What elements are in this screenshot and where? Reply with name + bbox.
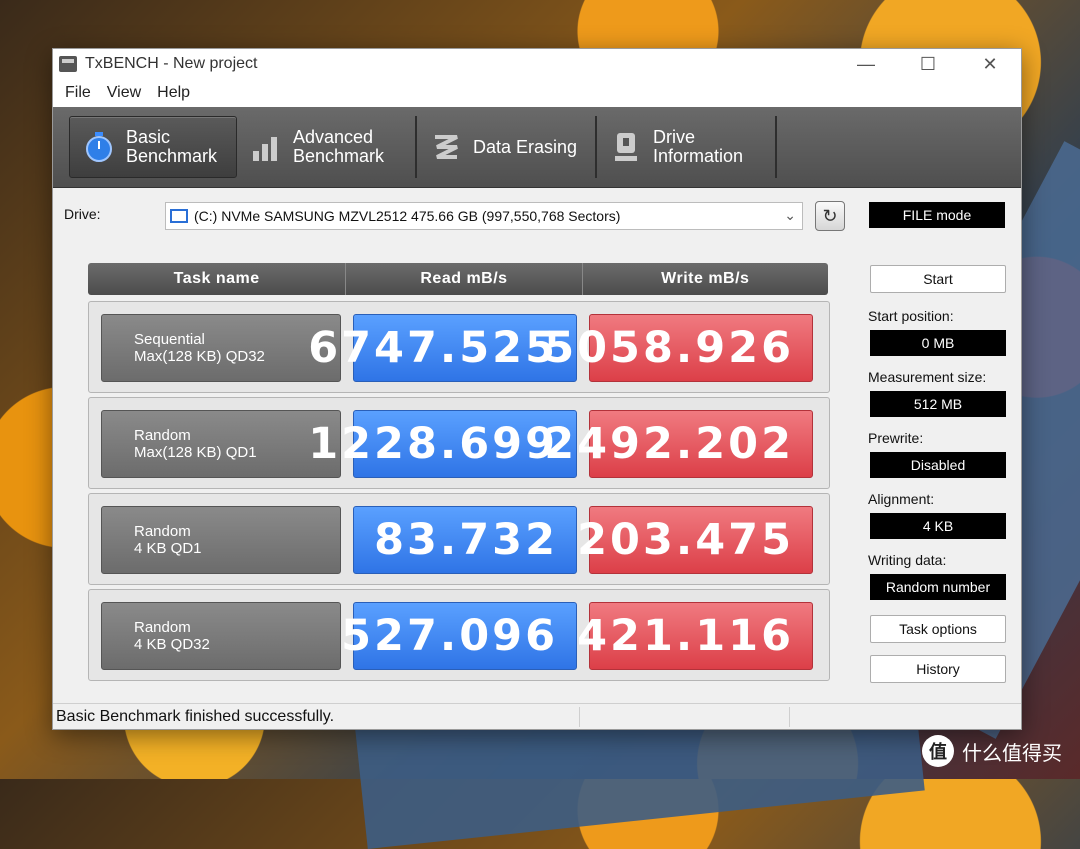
write-value: 421.116 [577, 602, 813, 670]
drive-select-value: (C:) NVMe SAMSUNG MZVL2512 475.66 GB (99… [194, 208, 621, 224]
drive-info-icon [615, 133, 637, 161]
alignment-value[interactable]: 4 KB [870, 513, 1006, 539]
status-bar: Basic Benchmark finished successfully. [53, 703, 1021, 729]
tab-data-erasing[interactable]: Data Erasing [417, 116, 597, 178]
task-button[interactable]: Random 4 KB QD32 [101, 602, 341, 670]
write-value: 203.475 [577, 506, 813, 574]
menu-help[interactable]: Help [149, 84, 198, 102]
read-value: 83.732 [353, 506, 577, 574]
watermark-text: 什么值得买 [962, 742, 1062, 765]
prewrite-label: Prewrite: [868, 430, 924, 446]
chevron-down-icon: ⌄ [784, 207, 796, 223]
start-button[interactable]: Start [870, 265, 1006, 293]
app-window: TxBENCH - New project — ☐ ✕ File View He… [52, 48, 1022, 730]
table-row: Random 4 KB QD1 83.732 203.475 [88, 493, 830, 585]
write-value: 2492.202 [544, 410, 813, 478]
write-value: 5058.926 [544, 314, 813, 382]
tab-basic-benchmark[interactable]: Basic Benchmark [69, 116, 237, 178]
window-controls: — ☐ ✕ [835, 49, 1021, 79]
status-divider [579, 707, 580, 727]
tab-label-line2: Benchmark [126, 146, 218, 166]
drive-icon [170, 209, 188, 223]
maximize-button[interactable]: ☐ [897, 49, 959, 79]
main-content: Drive: (C:) NVMe SAMSUNG MZVL2512 475.66… [53, 188, 1021, 700]
tab-label-line1: Basic [126, 127, 171, 147]
status-divider [789, 707, 790, 727]
tab-advanced-benchmark[interactable]: Advanced Benchmark [237, 116, 417, 178]
tab-label-line1: Drive [653, 127, 696, 147]
header-task-name: Task name [88, 263, 347, 295]
table-row: Random Max(128 KB) QD1 1228.699 2492.202 [88, 397, 830, 489]
title-bar: TxBENCH - New project — ☐ ✕ [53, 49, 1021, 79]
start-position-label: Start position: [868, 308, 954, 324]
results-header: Task name Read mB/s Write mB/s [88, 263, 828, 295]
bar-chart-icon [253, 137, 277, 161]
measurement-size-label: Measurement size: [868, 369, 987, 385]
tab-label-line1: Data Erasing [473, 136, 578, 157]
header-write: Write mB/s [661, 270, 750, 287]
alignment-label: Alignment: [868, 491, 935, 507]
task-button[interactable]: Sequential Max(128 KB) QD32 [101, 314, 341, 382]
task-options-button[interactable]: Task options [870, 615, 1006, 643]
task-name-line1: Random [134, 523, 191, 540]
tab-label-line2: Information [653, 146, 744, 166]
status-text: Basic Benchmark finished successfully. [56, 707, 335, 725]
history-button[interactable]: History [870, 655, 1006, 683]
mode-indicator: FILE mode [869, 202, 1005, 228]
table-row: Sequential Max(128 KB) QD32 6747.525 505… [88, 301, 830, 393]
task-name-line2: 4 KB QD1 [134, 540, 202, 557]
header-read: Read mB/s [346, 263, 583, 295]
refresh-button[interactable]: ↻ [815, 201, 845, 231]
prewrite-value[interactable]: Disabled [870, 452, 1006, 478]
measurement-size-value[interactable]: 512 MB [870, 391, 1006, 417]
mode-toolbar: Basic Benchmark Advanced Benchmark Data Er… [53, 107, 1021, 188]
watermark-logo-icon: 值 [922, 735, 954, 767]
close-button[interactable]: ✕ [959, 49, 1021, 79]
eraser-icon [435, 135, 458, 159]
task-button[interactable]: Random Max(128 KB) QD1 [101, 410, 341, 478]
start-position-value[interactable]: 0 MB [870, 330, 1006, 356]
minimize-button[interactable]: — [835, 49, 897, 79]
drive-select[interactable]: (C:) NVMe SAMSUNG MZVL2512 475.66 GB (99… [165, 202, 803, 230]
app-icon [59, 56, 77, 72]
tab-label-line2: Benchmark [293, 146, 385, 166]
task-name-line2: 4 KB QD32 [134, 636, 210, 653]
drive-label: Drive: [64, 206, 101, 222]
refresh-icon: ↻ [822, 205, 838, 226]
writing-data-label: Writing data: [868, 552, 947, 568]
window-title: TxBENCH - New project [85, 55, 258, 72]
menu-file[interactable]: File [57, 84, 99, 102]
watermark: 值 什么值得买 [922, 735, 1062, 767]
task-button[interactable]: Random 4 KB QD1 [101, 506, 341, 574]
read-value: 527.096 [341, 602, 577, 670]
stopwatch-icon [86, 132, 112, 162]
menu-view[interactable]: View [99, 84, 149, 102]
tab-drive-information[interactable]: Drive Information [597, 116, 777, 178]
writing-data-value[interactable]: Random number [870, 574, 1006, 600]
menu-bar: File View Help [53, 79, 1021, 107]
tab-label-line1: Advanced [293, 127, 374, 147]
table-row: Random 4 KB QD32 527.096 421.116 [88, 589, 830, 681]
task-name-line1: Random [134, 619, 191, 636]
